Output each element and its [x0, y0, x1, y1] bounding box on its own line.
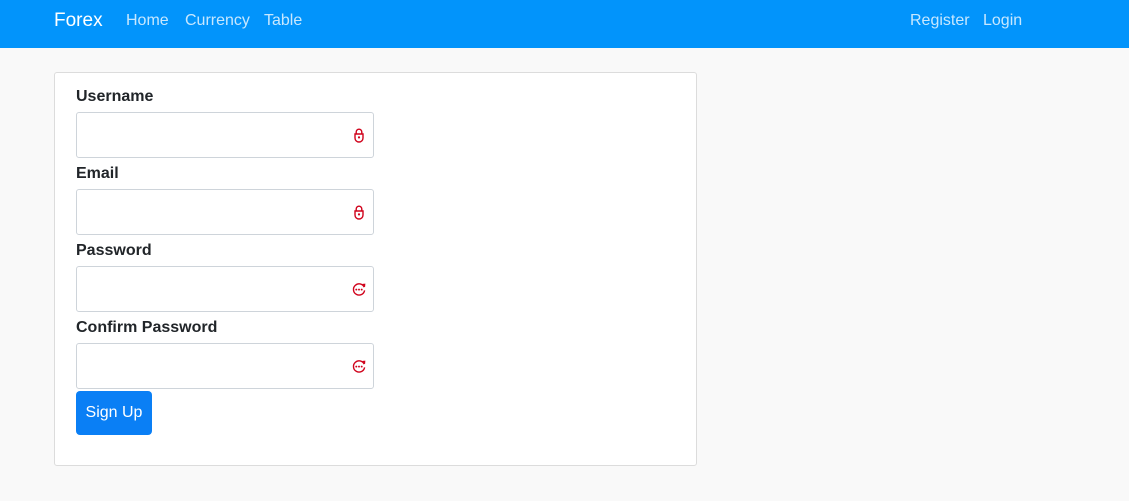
navbar-brand[interactable]: Forex: [54, 10, 103, 32]
top-navbar: Forex Home Currency Table Register Login: [0, 0, 1129, 48]
username-label: Username: [76, 88, 154, 105]
username-input[interactable]: [76, 112, 374, 158]
password-label: Password: [76, 242, 152, 259]
password-dots-icon[interactable]: [351, 358, 367, 374]
lock-icon[interactable]: [351, 127, 367, 143]
password-dots-icon[interactable]: [351, 281, 367, 297]
signup-card: Username Email Password Confirm Password: [54, 72, 697, 466]
email-label: Email: [76, 165, 119, 182]
lock-icon[interactable]: [351, 204, 367, 220]
nav-link-register[interactable]: Register: [910, 12, 970, 30]
confirm-password-label: Confirm Password: [76, 319, 218, 336]
confirm-password-input[interactable]: [76, 343, 374, 389]
sign-up-button[interactable]: Sign Up: [76, 391, 152, 435]
nav-link-table[interactable]: Table: [264, 12, 302, 30]
nav-link-currency[interactable]: Currency: [185, 12, 250, 30]
nav-link-home[interactable]: Home: [126, 12, 169, 30]
email-input[interactable]: [76, 189, 374, 235]
nav-link-login[interactable]: Login: [983, 12, 1022, 30]
password-input[interactable]: [76, 266, 374, 312]
